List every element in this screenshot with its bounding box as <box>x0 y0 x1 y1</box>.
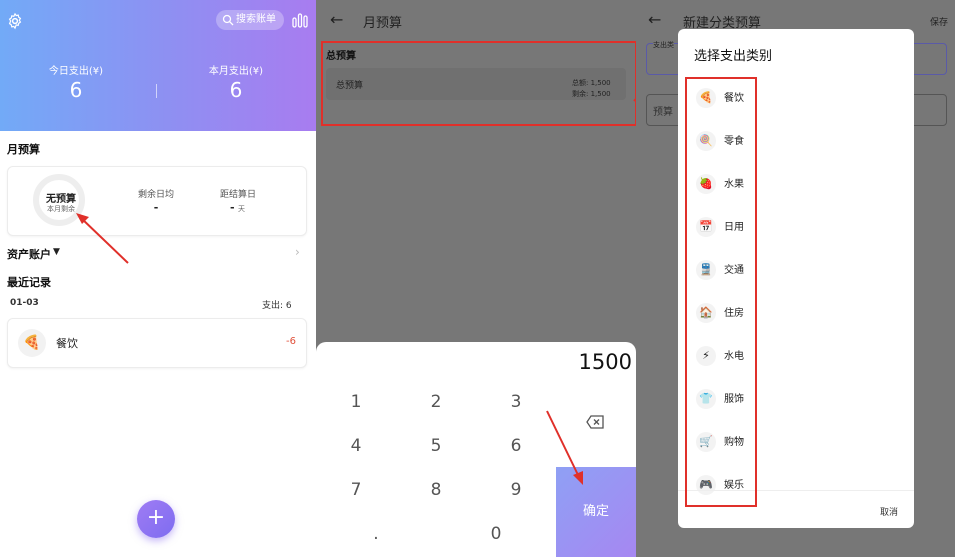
amount-display: 1500 <box>578 350 632 374</box>
dialog-title: 选择支出类别 <box>694 49 773 64</box>
no-budget-text: 无预算 <box>46 194 76 205</box>
stats-divider <box>156 84 157 98</box>
month-expense-label: 本月支出(¥) <box>208 66 264 77</box>
days-to-settlement-label: 距结算日 <box>219 190 256 200</box>
chevron-right-icon: › <box>295 245 300 259</box>
annotation-box <box>321 41 636 126</box>
key-7[interactable]: 7 <box>326 480 386 500</box>
field-placeholder: 预算 <box>653 107 673 118</box>
annotation-box <box>685 77 757 507</box>
caret-down-icon: ▼ <box>53 247 60 257</box>
month-expense-value: 6 <box>229 78 243 102</box>
category-picker-dialog: 选择支出类别 🍕 餐饮 🍭 零食 🍓 水果 📅 日用 🚆 交通 🏠 住房 ⚡ 水… <box>678 29 914 528</box>
back-arrow-icon[interactable]: ← <box>648 10 661 29</box>
new-category-budget-screen: ← 新建分类预算 保存 支出类 预算 选择支出类别 🍕 餐饮 🍭 零食 🍓 水果… <box>636 0 955 557</box>
key-3[interactable]: 3 <box>486 392 546 412</box>
key-1[interactable]: 1 <box>326 392 386 412</box>
save-button[interactable]: 保存 <box>930 15 948 28</box>
asset-accounts-label: 资产账户 <box>7 248 51 261</box>
record-category: 餐饮 <box>56 337 78 350</box>
search-bills-button[interactable]: 搜索账单 <box>216 10 284 30</box>
today-expense-label: 今日支出(¥) <box>48 66 104 77</box>
home-screen: 搜索账单 今日支出(¥) 6 本月支出(¥) 6 月预算 无预算 本月剩余 剩余… <box>0 0 316 557</box>
days-unit: 天 <box>238 205 245 213</box>
search-icon <box>222 14 234 26</box>
record-day-total: 支出: 6 <box>262 301 292 311</box>
page-title: 月预算 <box>363 16 403 31</box>
summary-header: 搜索账单 今日支出(¥) 6 本月支出(¥) 6 <box>0 0 316 131</box>
add-record-button[interactable]: + <box>137 500 175 538</box>
key-6[interactable]: 6 <box>486 436 546 456</box>
recent-records-title: 最近记录 <box>7 276 51 289</box>
key-8[interactable]: 8 <box>406 480 466 500</box>
monthly-budget-screen: ← 月预算 总预算 总预算 总额: 1,500 剩余: 1,500 1500 1… <box>316 0 636 557</box>
field-label: 支出类 <box>653 40 674 50</box>
record-amount: -6 <box>286 336 296 347</box>
daily-average-label: 剩余日均 <box>137 190 174 200</box>
record-item[interactable]: 🍕 餐饮 -6 <box>7 318 307 368</box>
settings-gear-icon[interactable] <box>6 12 24 30</box>
pizza-icon: 🍕 <box>18 329 46 357</box>
annotation-arrow <box>546 410 583 485</box>
search-label: 搜索账单 <box>236 14 276 25</box>
back-arrow-icon[interactable]: ← <box>330 10 343 29</box>
asset-accounts-row[interactable]: 资产账户 ▼ › <box>7 245 307 262</box>
key-5[interactable]: 5 <box>406 436 466 456</box>
key-0[interactable]: 0 <box>466 524 526 544</box>
key-2[interactable]: 2 <box>406 392 466 412</box>
key-4[interactable]: 4 <box>326 436 386 456</box>
statistics-chart-icon[interactable] <box>292 12 308 28</box>
monthly-budget-title: 月预算 <box>7 143 40 156</box>
days-to-settlement-value: - <box>230 201 235 214</box>
monthly-budget-card[interactable]: 无预算 本月剩余 剩余日均 - 距结算日 - 天 <box>7 166 307 236</box>
today-expense-value: 6 <box>69 78 83 102</box>
key-dot[interactable]: . <box>346 524 406 544</box>
cancel-button[interactable]: 取消 <box>880 505 898 518</box>
key-9[interactable]: 9 <box>486 480 546 500</box>
record-date: 01-03 <box>10 298 39 308</box>
annotation-arrow <box>76 213 129 264</box>
